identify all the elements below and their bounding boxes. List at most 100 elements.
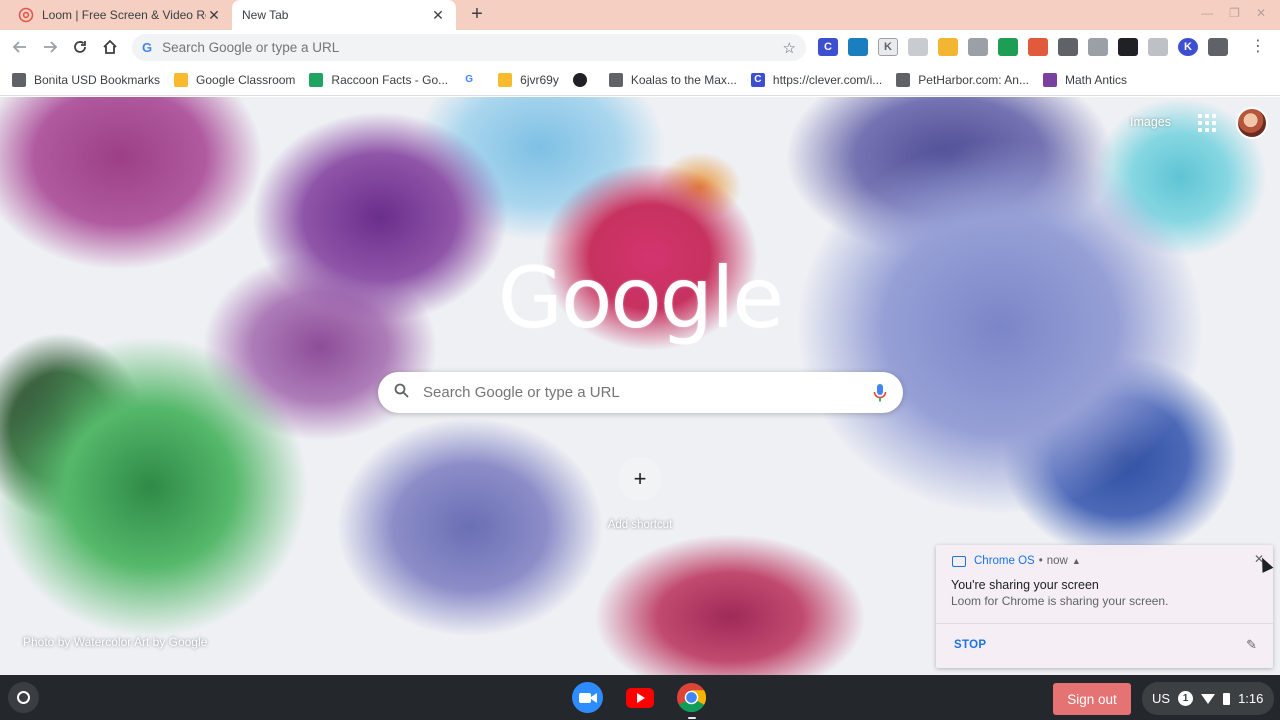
status-tray[interactable]: US 1 1:16 <box>1142 682 1274 715</box>
math-antics-icon <box>1042 72 1057 87</box>
address-input[interactable] <box>162 40 783 55</box>
plus-icon: + <box>618 457 662 501</box>
bookmark-item[interactable]: Raccoon Facts - Go... <box>309 72 449 87</box>
reader-ext-icon[interactable] <box>1148 38 1168 56</box>
search-icon <box>394 383 409 403</box>
close-tab-icon[interactable]: ✕ <box>430 7 446 23</box>
megaphone-icon[interactable] <box>1028 38 1048 56</box>
window-controls: — ❐ ✕ <box>1201 6 1266 20</box>
ntp-search-input[interactable] <box>423 384 873 401</box>
tab-loom[interactable]: Loom | Free Screen & Video Recording ✕ <box>8 0 232 30</box>
launcher-circle-icon <box>17 691 30 704</box>
google-g-icon: G <box>142 40 153 55</box>
bookmark-item[interactable]: 6jvr69y <box>498 72 559 87</box>
apps-grid-icon[interactable] <box>1198 114 1216 132</box>
wifi-icon <box>1201 693 1216 704</box>
ime-indicator: US <box>1152 691 1171 706</box>
sign-out-button[interactable]: Sign out <box>1053 683 1131 715</box>
new-tab-button[interactable]: + <box>466 4 488 26</box>
koala-icon <box>608 72 623 87</box>
omnibox[interactable]: G ☆ <box>132 34 806 61</box>
forward-icon[interactable] <box>39 36 61 58</box>
maximize-icon[interactable]: ❐ <box>1229 6 1240 20</box>
stop-sharing-button[interactable]: STOP <box>954 639 986 651</box>
home-icon[interactable] <box>99 36 121 58</box>
tab-title: Loom | Free Screen & Video Recording <box>42 8 206 22</box>
tab-new-tab[interactable]: New Tab ✕ <box>232 0 456 30</box>
chevron-up-icon[interactable]: ▲ <box>1072 556 1081 566</box>
clever-c-icon[interactable]: C <box>818 38 838 56</box>
shelf: Sign out US 1 1:16 <box>0 675 1280 720</box>
notification-title: You're sharing your screen <box>951 578 1099 592</box>
tab-strip: Loom | Free Screen & Video Recording ✕ N… <box>0 0 1280 30</box>
bookmark-item[interactable]: Bonita USD Bookmarks <box>12 72 161 87</box>
zoom-icon[interactable] <box>572 682 603 713</box>
toolbar: G ☆ C K K ⋮ <box>0 30 1280 64</box>
clock: 1:16 <box>1238 691 1264 706</box>
petharbor-icon <box>896 72 911 87</box>
back-icon[interactable] <box>9 36 31 58</box>
notification-header: Chrome OS • now ▲ <box>952 555 1081 567</box>
screen-ext-icon[interactable] <box>1088 38 1108 56</box>
green-check-ext-icon[interactable] <box>998 38 1018 56</box>
tab-title: New Tab <box>242 8 289 22</box>
bookmark-label: https://clever.com/i... <box>772 72 883 87</box>
bookmark-star-icon[interactable]: ☆ <box>783 39 796 57</box>
bookmark-label: Google Classroom <box>196 72 296 87</box>
avatar[interactable] <box>1236 107 1268 139</box>
bookmark-item[interactable]: Math Antics <box>1042 72 1128 87</box>
k-circle-icon[interactable]: K <box>1178 38 1198 56</box>
menu-kebab-icon[interactable]: ⋮ <box>1250 39 1266 55</box>
extensions-bar: CKK <box>818 38 1228 56</box>
notification-source: Chrome OS <box>974 555 1035 567</box>
k-ext-icon[interactable]: K <box>878 38 898 56</box>
bookmark-label: Bonita USD Bookmarks <box>34 72 161 87</box>
youtube-icon[interactable] <box>624 682 655 713</box>
google-logo: Google <box>497 249 784 347</box>
apple-icon[interactable] <box>968 38 988 56</box>
close-window-icon[interactable]: ✕ <box>1256 6 1266 20</box>
bookmark-item[interactable]: Google Classroom <box>174 72 296 87</box>
clever-c-icon: C <box>750 72 765 87</box>
minimize-icon[interactable]: — <box>1201 6 1213 20</box>
drive-icon <box>309 72 324 87</box>
bookmark-item[interactable]: G <box>462 73 484 87</box>
launcher-button[interactable] <box>8 682 39 713</box>
pencil-icon[interactable]: ✎ <box>1246 637 1257 653</box>
folder-icon <box>12 72 26 87</box>
running-indicator <box>688 717 696 719</box>
loom-ext-icon[interactable] <box>1208 38 1228 56</box>
battery-icon <box>1223 692 1231 705</box>
add-shortcut-label: Add shortcut <box>607 519 673 531</box>
bookmark-label: 6jvr69y <box>520 72 559 87</box>
notification-time: now <box>1046 555 1068 567</box>
image-ext-icon[interactable] <box>848 38 868 56</box>
classroom-icon <box>498 72 513 87</box>
bookmark-label: Raccoon Facts - Go... <box>331 72 449 87</box>
glasses-icon[interactable] <box>1118 38 1138 56</box>
thumbs-up-icon[interactable] <box>938 38 958 56</box>
puzzle-ext-icon[interactable] <box>908 38 928 56</box>
bookmark-label: Math Antics <box>1064 72 1128 87</box>
divider <box>936 623 1273 624</box>
separator-dot: • <box>1038 555 1043 567</box>
bookmark-item[interactable]: Chttps://clever.com/i... <box>750 72 883 87</box>
bookmark-item[interactable]: PetHarbor.com: An... <box>896 72 1029 87</box>
images-link[interactable]: Images <box>1130 115 1171 129</box>
screen-share-notification: Chrome OS • now ▲ ✕ You're sharing your … <box>936 545 1273 668</box>
loom-icon <box>18 7 34 23</box>
reload-icon[interactable] <box>69 36 91 58</box>
bookmark-item[interactable]: Koalas to the Max... <box>608 72 737 87</box>
ntp-search-box[interactable] <box>378 372 903 413</box>
chrome-icon[interactable] <box>676 682 707 719</box>
bookmark-item[interactable] <box>572 72 595 87</box>
globe-icon <box>572 72 587 87</box>
google-g-icon: G <box>465 74 474 85</box>
add-shortcut-button[interactable]: + Add shortcut <box>604 457 676 531</box>
pen-icon[interactable] <box>1058 38 1078 56</box>
close-tab-icon[interactable]: ✕ <box>206 7 222 23</box>
cast-icon <box>952 555 966 567</box>
photo-credit[interactable]: Photo by Watercolor Art by Google <box>23 635 207 649</box>
microphone-icon[interactable] <box>873 383 887 403</box>
classroom-icon <box>174 72 189 87</box>
